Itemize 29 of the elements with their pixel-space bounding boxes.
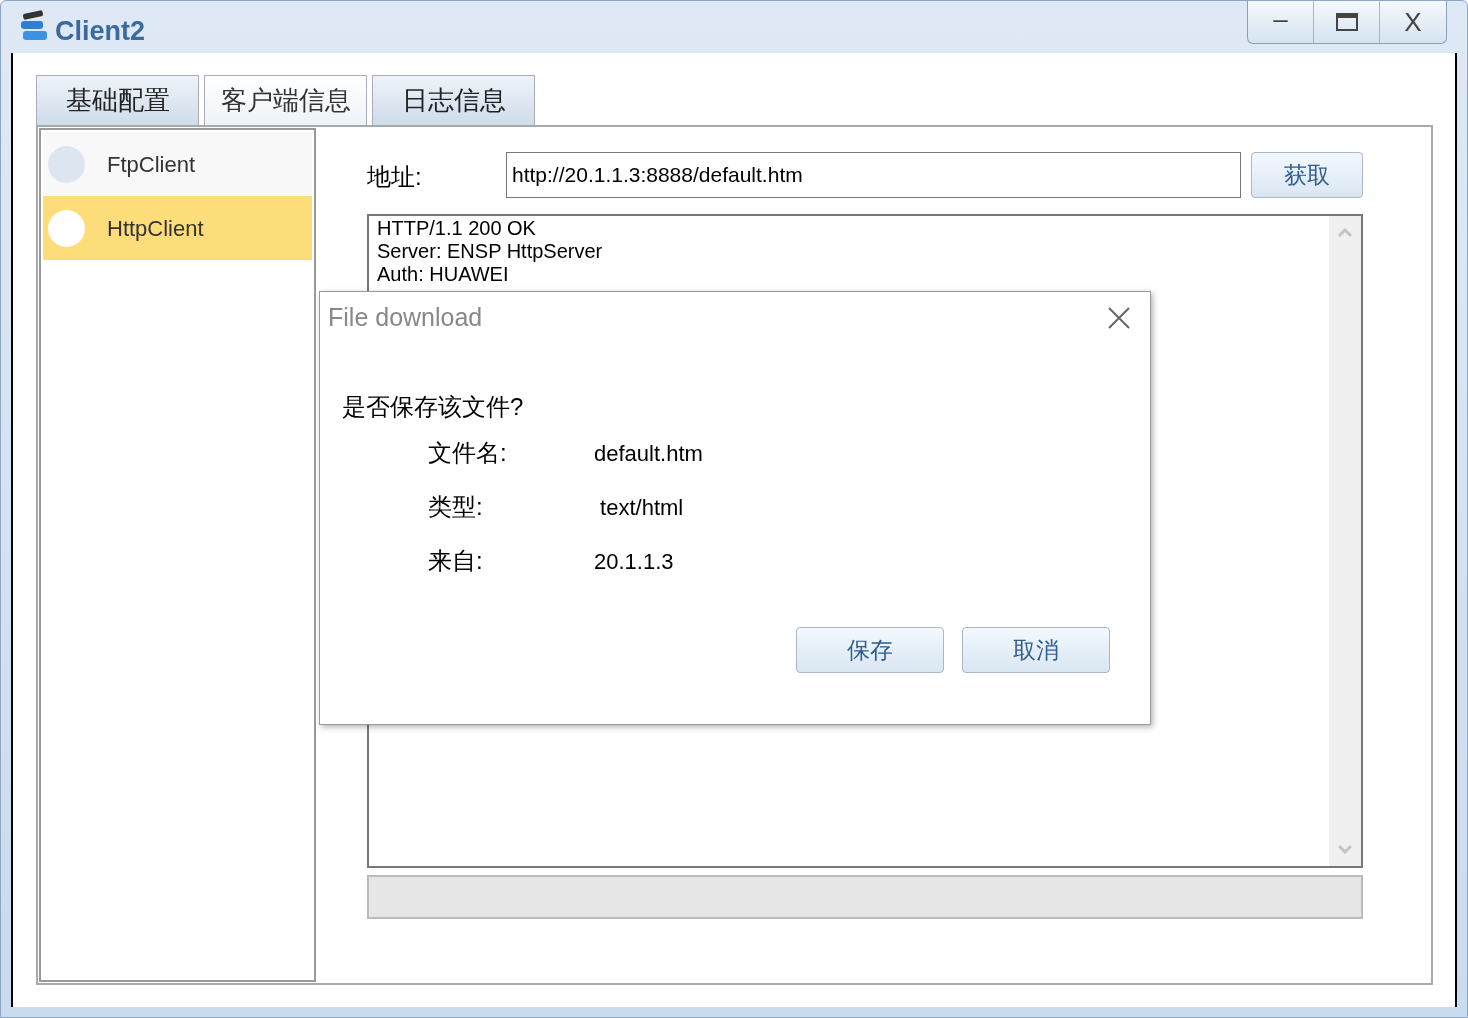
scroll-up-icon[interactable] <box>1337 228 1353 238</box>
dialog-button[interactable]: 取消 <box>962 627 1110 673</box>
client-item[interactable]: FtpClient <box>43 132 312 196</box>
dialog-title: File download <box>328 302 483 334</box>
field-value: 20.1.1.3 <box>594 547 674 576</box>
field-label: 文件名: <box>428 438 508 468</box>
fetch-button[interactable]: 获取 <box>1251 152 1363 198</box>
address-field[interactable]: http://20.1.1.3:8888/default.htm <box>506 152 1241 198</box>
close-icon[interactable] <box>1108 307 1130 329</box>
scrollbar[interactable] <box>1329 216 1361 866</box>
response-line: Server: ENSP HttpServer <box>377 240 604 263</box>
tab[interactable]: 日志信息 <box>372 75 535 125</box>
address-label: 地址: <box>367 162 423 192</box>
close-button[interactable]: X <box>1380 1 1446 43</box>
maximize-icon <box>1335 13 1358 31</box>
client-item[interactable]: HttpClient <box>43 196 312 260</box>
minimize-button[interactable]: – <box>1248 1 1314 43</box>
field-label: 类型: <box>428 492 484 522</box>
response-line: HTTP/1.1 200 OK <box>377 217 537 240</box>
tab[interactable]: 基础配置 <box>36 75 199 125</box>
field-value: text/html <box>599 493 684 522</box>
scroll-down-icon[interactable] <box>1337 844 1353 854</box>
dialog-question: 是否保存该文件? <box>342 392 525 422</box>
response-line: Auth: HUAWEI <box>377 263 510 286</box>
dialog-button[interactable]: 保存 <box>796 627 944 673</box>
field-value: default.htm <box>594 439 703 468</box>
field-label: 来自: <box>428 546 484 576</box>
tab[interactable]: 客户端信息 <box>204 75 367 125</box>
window-title: Client2 <box>55 15 146 48</box>
